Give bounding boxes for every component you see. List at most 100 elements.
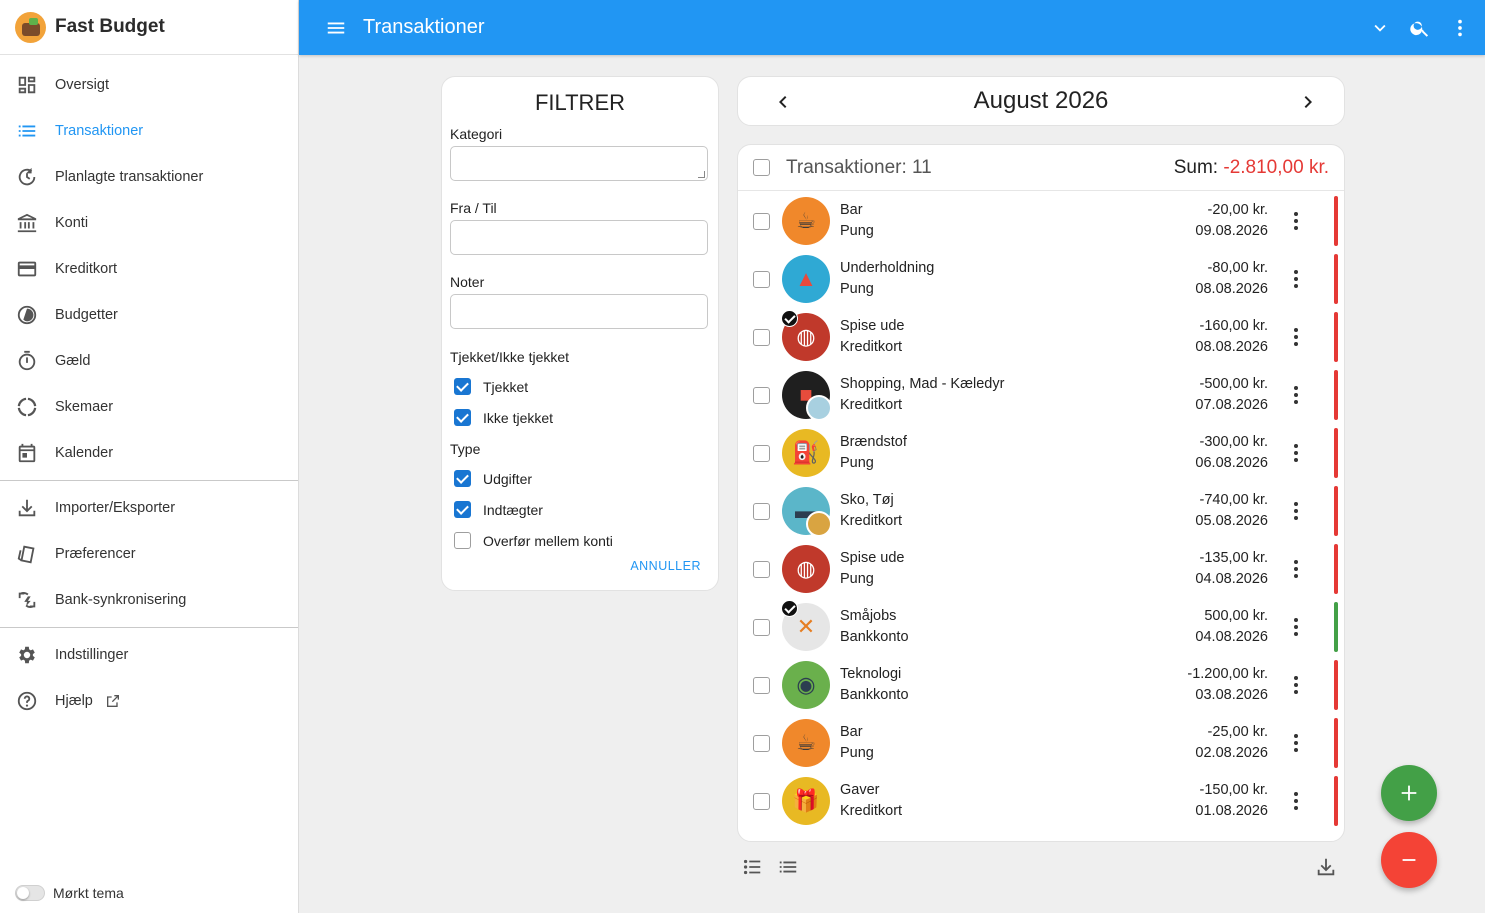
row-checkbox[interactable] <box>753 328 770 346</box>
cancel-button[interactable]: ANNULLER <box>630 559 701 573</box>
list-detailed-view-button[interactable] <box>737 852 767 882</box>
transaction-row[interactable]: ◍ Spise ude Pung -135,00 kr. 04.08.2026 <box>738 540 1344 598</box>
filter-unchecked-option[interactable]: Ikke tjekket <box>450 402 710 433</box>
sidebar-item-budgetter[interactable]: Budgetter <box>0 292 298 338</box>
filter-transfer-option[interactable]: Overfør mellem konti <box>450 525 710 556</box>
sidebar-item-label: Budgetter <box>55 307 118 323</box>
transaction-type-indicator <box>1334 718 1338 768</box>
sidebar-item-planlagte[interactable]: Planlagte transaktioner <box>0 154 298 200</box>
more-vert-icon[interactable] <box>1284 499 1308 523</box>
category-glyph: ☕ <box>796 730 816 755</box>
filter-expenses-option[interactable]: Udgifter <box>450 463 710 494</box>
sidebar-item-konti[interactable]: Konti <box>0 200 298 246</box>
chevron-right-icon[interactable] <box>1296 90 1320 114</box>
transaction-date: 04.08.2026 <box>1195 571 1268 587</box>
transaction-row[interactable]: ▬ Sko, Tøj Kreditkort -740,00 kr. 05.08.2026 <box>738 482 1344 540</box>
add-expense-button[interactable] <box>1381 832 1437 888</box>
row-checkbox[interactable] <box>753 676 770 694</box>
transaction-text: Spise ude Pung <box>840 548 1170 590</box>
transaction-row[interactable]: ■ Shopping, Mad - Kæledyr Kreditkort -500,0… <box>738 366 1344 424</box>
more-vert-icon[interactable] <box>1284 267 1308 291</box>
filter-checked-option[interactable]: Tjekket <box>450 371 710 402</box>
more-vert-icon[interactable] <box>1284 731 1308 755</box>
row-checkbox[interactable] <box>753 386 770 404</box>
transaction-account: Bankkonto <box>840 629 909 645</box>
more-vert-icon[interactable] <box>1284 383 1308 407</box>
more-vert-icon[interactable] <box>1284 209 1308 233</box>
row-checkbox[interactable] <box>753 618 770 636</box>
chevron-down-icon[interactable] <box>1369 17 1391 39</box>
nav-tools: Importer/Eksporter Præferencer Bank-synk… <box>0 485 298 623</box>
external-link-icon <box>106 695 119 707</box>
download-button[interactable] <box>1311 852 1341 882</box>
more-vert-icon[interactable] <box>1284 557 1308 581</box>
notes-input[interactable] <box>450 294 708 329</box>
transaction-row[interactable]: ▲ Underholdning Pung -80,00 kr. 08.08.2026 <box>738 250 1344 308</box>
app-name: Fast Budget <box>55 16 165 37</box>
checkbox[interactable] <box>454 378 471 395</box>
sidebar-item-kreditkort[interactable]: Kreditkort <box>0 246 298 292</box>
row-checkbox[interactable] <box>753 734 770 752</box>
checked-section-label: Tjekket/Ikke tjekket <box>450 349 570 365</box>
category-glyph: ◍ <box>796 324 816 349</box>
sidebar-item-bank-sync[interactable]: Bank-synkronisering <box>0 577 298 623</box>
checkbox[interactable] <box>454 409 471 426</box>
transaction-row[interactable]: ◍ Spise ude Kreditkort -160,00 kr. 08.08.202… <box>738 308 1344 366</box>
sidebar-item-skemaer[interactable]: Skemaer <box>0 384 298 430</box>
sidebar-item-indstillinger[interactable]: Indstillinger <box>0 632 298 678</box>
row-checkbox[interactable] <box>753 560 770 578</box>
row-checkbox[interactable] <box>753 212 770 230</box>
transaction-amount: -300,00 kr. <box>1199 434 1268 450</box>
transaction-text: Sko, Tøj Kreditkort <box>840 490 1170 532</box>
sidebar-item-oversigt[interactable]: Oversigt <box>0 62 298 108</box>
sidebar-item-import-export[interactable]: Importer/Eksporter <box>0 485 298 531</box>
more-vert-icon[interactable] <box>1284 673 1308 697</box>
sum-label: Sum: <box>1173 157 1219 178</box>
list-compact-view-button[interactable] <box>773 852 803 882</box>
checkbox[interactable] <box>454 532 471 549</box>
search-icon[interactable] <box>1409 17 1431 39</box>
more-vert-icon[interactable] <box>1449 17 1471 39</box>
row-checkbox[interactable] <box>753 792 770 810</box>
dark-theme-toggle[interactable]: Mørkt tema <box>15 885 124 901</box>
transaction-text: Bar Pung <box>840 200 1170 242</box>
dashboard-icon <box>16 74 38 96</box>
menu-icon[interactable] <box>325 17 347 39</box>
transaction-category: Bar <box>840 724 863 740</box>
filter-income-option[interactable]: Indtægter <box>450 494 710 525</box>
transaction-row[interactable]: ☕ Bar Pung -25,00 kr. 02.08.2026 <box>738 714 1344 772</box>
transaction-amount-date: -20,00 kr. 09.08.2026 <box>1195 200 1268 242</box>
sidebar-item-praeferencer[interactable]: Præferencer <box>0 531 298 577</box>
transaction-row[interactable]: 🎁 Gaver Kreditkort -150,00 kr. 01.08.2026 <box>738 772 1344 830</box>
transaction-row[interactable]: ◉ Teknologi Bankkonto -1.200,00 kr. 03.08.20… <box>738 656 1344 714</box>
toggle-switch[interactable] <box>15 885 45 901</box>
checkbox[interactable] <box>454 501 471 518</box>
filter-panel: FILTRER Kategori Fra / Til Noter Tjekket… <box>441 76 719 591</box>
transaction-row[interactable]: ⛽ Brændstof Pung -300,00 kr. 06.08.2026 <box>738 424 1344 482</box>
sidebar-item-label: Bank-synkronisering <box>55 592 187 608</box>
transaction-row[interactable]: ✕ Småjobs Bankkonto 500,00 kr. 04.08.2026 <box>738 598 1344 656</box>
transaction-amount-date: 500,00 kr. 04.08.2026 <box>1195 606 1268 648</box>
transaction-account: Bankkonto <box>840 687 909 703</box>
category-input[interactable] <box>450 146 708 181</box>
more-vert-icon[interactable] <box>1284 615 1308 639</box>
more-vert-icon[interactable] <box>1284 441 1308 465</box>
row-checkbox[interactable] <box>753 502 770 520</box>
sidebar-item-gaeld[interactable]: Gæld <box>0 338 298 384</box>
select-all-checkbox[interactable] <box>753 159 770 176</box>
sidebar-item-transaktioner[interactable]: Transaktioner <box>0 108 298 154</box>
sidebar-item-kalender[interactable]: Kalender <box>0 430 298 476</box>
more-vert-icon[interactable] <box>1284 789 1308 813</box>
transaction-row[interactable]: ☕ Bar Pung -20,00 kr. 09.08.2026 <box>738 192 1344 250</box>
chevron-left-icon[interactable] <box>771 90 795 114</box>
sidebar-item-hjaelp[interactable]: Hjælp <box>0 678 298 724</box>
row-checkbox[interactable] <box>753 270 770 288</box>
more-vert-icon[interactable] <box>1284 325 1308 349</box>
entertainment-category-icon: ▲ <box>782 255 830 303</box>
app-logo-icon <box>15 11 46 43</box>
add-income-button[interactable] <box>1381 765 1437 821</box>
checkbox[interactable] <box>454 470 471 487</box>
row-checkbox[interactable] <box>753 444 770 462</box>
category-glyph: ☕ <box>796 208 816 233</box>
from-to-input[interactable] <box>450 220 708 255</box>
